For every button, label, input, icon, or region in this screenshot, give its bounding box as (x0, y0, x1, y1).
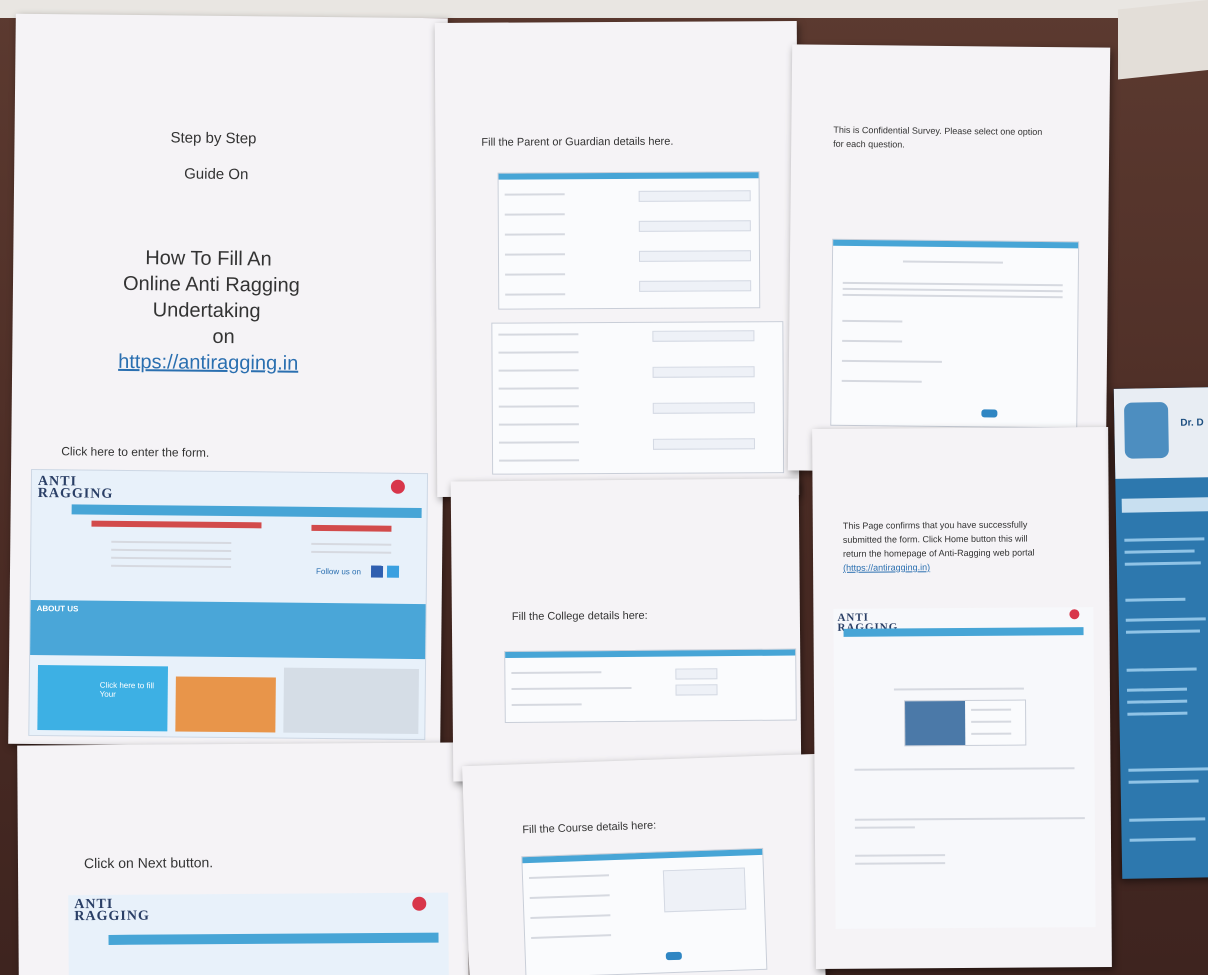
guide-title-1: How To Fill An (145, 247, 272, 271)
caption-parent-details: Fill the Parent or Guardian details here… (481, 135, 674, 149)
emblem-icon (390, 479, 405, 494)
confirm-text-1: This Page confirms that you have success… (842, 519, 1028, 531)
red-strip-2 (311, 524, 392, 532)
emblem-icon-3 (1069, 609, 1080, 620)
college-form (504, 648, 797, 724)
student-field[interactable] (652, 402, 755, 414)
caption-next-button: Click on Next button. (83, 854, 214, 872)
course-form (521, 847, 768, 975)
parent-field[interactable] (638, 220, 751, 232)
caption-course-details: Fill the Course details here: (522, 819, 657, 837)
promo-text: Click here to fill Your (99, 680, 155, 699)
student-form (491, 321, 785, 475)
course-field[interactable] (662, 867, 747, 913)
guide-line-1: Step by Step (170, 129, 257, 148)
emblem-icon-2 (412, 896, 427, 911)
caption-enter-form: Click here to enter the form. (61, 444, 210, 460)
red-strip (91, 520, 262, 529)
course-next-button[interactable] (665, 951, 682, 961)
survey-submit-button[interactable] (981, 409, 998, 418)
anti-ragging-logo: ANTI RAGGING (37, 474, 114, 502)
about-heading: ABOUT US (36, 604, 79, 614)
student-field[interactable] (652, 366, 755, 378)
parent-form (497, 171, 761, 310)
caption-college-details: Fill the College details here: (511, 609, 648, 623)
promo-tile-orange (175, 676, 276, 733)
college-field[interactable] (675, 684, 718, 696)
anti-ragging-logo-2: ANTI RAGGING (74, 896, 150, 925)
notice-board: Step by Step Guide On How To Fill An Onl… (0, 0, 1208, 975)
confirmation-table (904, 699, 1027, 747)
twitter-icon[interactable] (386, 565, 400, 578)
nav-bar (71, 504, 422, 519)
confirm-url[interactable]: (https://antiragging.in) (843, 562, 930, 573)
caption-survey-2: for each question. (833, 138, 905, 150)
sheet-course-details: Fill the Course details here: (462, 753, 826, 975)
student-field[interactable] (652, 438, 755, 450)
college-emblem-icon (1123, 401, 1169, 459)
confirm-screenshot: ANTI RAGGING (833, 607, 1096, 929)
facebook-icon[interactable] (370, 565, 384, 578)
guide-title-2: Online Anti Ragging (122, 272, 300, 297)
poster-heading: Dr. D (1180, 417, 1204, 429)
survey-form (830, 238, 1080, 429)
sheet-college-details: Fill the College details here: (450, 478, 802, 782)
parent-field[interactable] (638, 250, 752, 262)
nav-bar-3 (843, 627, 1084, 637)
sheet-guide-title: Step by Step Guide On How To Fill An Onl… (8, 13, 448, 749)
guide-title-4: on (212, 325, 235, 349)
guide-title-3: Undertaking (152, 299, 261, 323)
student-field[interactable] (652, 330, 755, 342)
caption-survey-1: This is Confidential Survey. Please sele… (833, 124, 1043, 137)
promo-tile-3 (283, 667, 419, 735)
ragging-poster: Dr. D (1113, 387, 1208, 879)
wall-corner (1118, 0, 1208, 80)
follow-us: Follow us on (315, 566, 361, 577)
sheet-parent-details: Fill the Parent or Guardian details here… (434, 21, 800, 497)
website-screenshot-2: ANTI RAGGING (68, 892, 449, 975)
confirm-text-2: submitted the form. Click Home button th… (842, 533, 1028, 545)
guide-line-2: Guide On (184, 165, 249, 184)
sheet-survey: This is Confidential Survey. Please sele… (787, 44, 1111, 474)
poster-banner (1121, 497, 1208, 513)
sheet-next-button: Click on Next button. ANTI RAGGING (17, 742, 469, 975)
parent-field[interactable] (639, 280, 752, 292)
confirm-text-3: return the homepage of Anti-Ragging web … (842, 547, 1035, 559)
parent-field[interactable] (638, 190, 751, 202)
about-banner (30, 599, 426, 660)
antiragging-url[interactable]: https://antiragging.in (118, 351, 298, 376)
nav-bar-2 (108, 932, 439, 945)
website-screenshot: ANTI RAGGING Follow us on ABOUT US Click… (28, 468, 429, 741)
sheet-confirmation: This Page confirms that you have success… (812, 426, 1112, 970)
college-field[interactable] (675, 668, 718, 680)
